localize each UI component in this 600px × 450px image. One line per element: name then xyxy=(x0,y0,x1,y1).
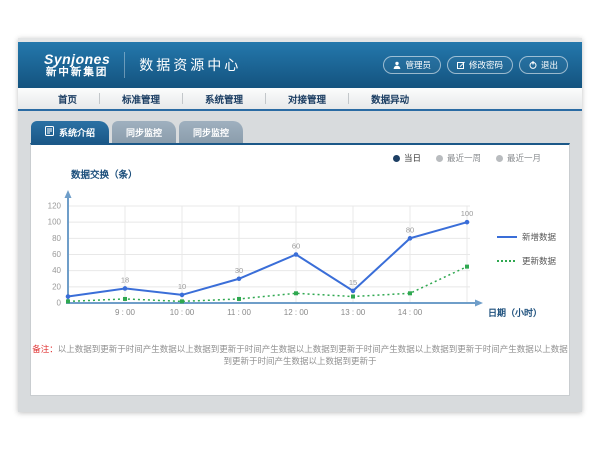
data-point xyxy=(66,294,71,299)
data-point-label: 30 xyxy=(235,266,243,275)
data-point-label: 10 xyxy=(178,282,186,291)
logo-wordmark: Synjones xyxy=(44,52,110,67)
tab-3[interactable]: 同步监控 xyxy=(179,121,243,143)
nav-item-3[interactable]: 系统管理 xyxy=(183,92,265,106)
data-point xyxy=(123,286,128,291)
x-tick-label: 14 : 00 xyxy=(398,308,423,317)
y-tick-label: 0 xyxy=(57,299,62,308)
data-point xyxy=(465,220,470,225)
header-divider xyxy=(124,52,125,78)
main-nav: 首页标准管理系统管理对接管理数据异动 xyxy=(18,88,582,111)
line-chart: 0 20 40 60 80 100 120 9 : 00 10 : 00 11 : 00 12 : … xyxy=(31,185,569,325)
data-point-label: 15 xyxy=(349,278,357,287)
data-point xyxy=(180,293,185,298)
edit-icon xyxy=(457,61,465,69)
data-point xyxy=(237,276,242,281)
data-point xyxy=(294,291,298,295)
y-tick-label: 60 xyxy=(52,250,61,259)
x-axis-arrow-icon xyxy=(475,300,483,307)
user-icon xyxy=(393,61,401,69)
data-point xyxy=(66,299,70,303)
app-title: 数据资源中心 xyxy=(139,55,241,75)
data-point-label: 100 xyxy=(461,209,474,218)
radio-dot xyxy=(393,155,400,162)
app-window: Synjones 新中新集团 数据资源中心 管理员修改密码退出 首页标准管理系统… xyxy=(18,38,582,412)
legend-line-sample xyxy=(497,258,517,264)
pill-label: 退出 xyxy=(541,59,558,71)
y-axis-arrow-icon xyxy=(65,190,72,198)
data-point-label: 80 xyxy=(406,225,414,234)
legend-item-2[interactable]: 更新数据 xyxy=(497,255,556,267)
legend-item-1[interactable]: 新增数据 xyxy=(497,231,556,243)
radio-option-1[interactable]: 当日 xyxy=(393,152,421,164)
logo: Synjones 新中新集团 xyxy=(44,52,110,78)
legend-label: 新增数据 xyxy=(522,231,556,243)
app-header: Synjones 新中新集团 数据资源中心 管理员 修改密码 退出 xyxy=(18,42,582,88)
x-tick-label: 11 : 00 xyxy=(227,308,251,317)
tab-label: 同步监控 xyxy=(193,126,229,139)
chart-x-axis-title: 日期（小时） xyxy=(488,307,542,318)
nav-item-1[interactable]: 首页 xyxy=(36,92,99,106)
footnote: 备注：以上数据到更新于时间产生数据以上数据到更新于时间产生数据以上数据到更新于时… xyxy=(31,343,569,367)
logout-button[interactable]: 退出 xyxy=(519,56,568,74)
data-point xyxy=(180,299,184,303)
time-range-radio-group: 当日 最近一周 最近一月 xyxy=(393,152,541,164)
data-point xyxy=(123,297,127,301)
data-point xyxy=(465,265,469,269)
radio-label: 最近一周 xyxy=(447,152,481,164)
y-tick-label: 20 xyxy=(52,282,61,291)
radio-label: 最近一月 xyxy=(507,152,541,164)
data-point-label: 60 xyxy=(292,242,300,251)
tab-2[interactable]: 同步监控 xyxy=(112,121,176,143)
radio-dot xyxy=(436,155,443,162)
data-point xyxy=(237,297,241,301)
y-tick-label: 40 xyxy=(52,266,61,275)
tab-1[interactable]: 系统介绍 xyxy=(31,121,109,143)
y-tick-label: 100 xyxy=(48,218,62,227)
data-point xyxy=(351,289,356,294)
header-actions: 管理员 修改密码 退出 xyxy=(383,56,568,74)
radio-label: 当日 xyxy=(404,152,421,164)
x-tick-label: 9 : 00 xyxy=(115,308,136,317)
y-tick-label: 80 xyxy=(52,234,61,243)
footnote-prefix: 备注： xyxy=(32,344,58,354)
x-tick-label: 12 : 00 xyxy=(284,308,309,317)
legend-line-sample xyxy=(497,234,517,240)
page-body: 系统介绍 同步监控 同步监控 当日 最近一周 最近一月 数据交换（条） 0 20 40 60 8… xyxy=(18,111,582,396)
data-point xyxy=(408,291,412,295)
legend-label: 更新数据 xyxy=(522,255,556,267)
tab-bar: 系统介绍 同步监控 同步监控 xyxy=(31,121,570,143)
data-point-label: 18 xyxy=(121,275,129,284)
radio-dot xyxy=(496,155,503,162)
nav-item-2[interactable]: 标准管理 xyxy=(100,92,182,106)
pill-label: 修改密码 xyxy=(469,59,503,71)
content-panel: 当日 最近一周 最近一月 数据交换（条） 0 20 40 60 80 100 120 9 : 00… xyxy=(30,143,570,396)
power-icon xyxy=(529,61,537,69)
pill-label: 管理员 xyxy=(405,59,431,71)
radio-option-2[interactable]: 最近一周 xyxy=(436,152,481,164)
tab-label: 系统介绍 xyxy=(59,126,95,139)
chart-y-axis-title: 数据交换（条） xyxy=(71,167,138,181)
x-tick-label: 13 : 00 xyxy=(341,308,366,317)
logo-company-name: 新中新集团 xyxy=(46,67,109,78)
data-point xyxy=(408,236,413,241)
footnote-text: 以上数据到更新于时间产生数据以上数据到更新于时间产生数据以上数据到更新于时间产生… xyxy=(58,344,568,366)
radio-option-3[interactable]: 最近一月 xyxy=(496,152,541,164)
tab-label: 同步监控 xyxy=(126,126,162,139)
data-point xyxy=(351,295,355,299)
y-tick-label: 120 xyxy=(48,202,62,211)
change-password-button[interactable]: 修改密码 xyxy=(447,56,513,74)
nav-item-4[interactable]: 对接管理 xyxy=(266,92,348,106)
data-point xyxy=(294,252,299,257)
user-button[interactable]: 管理员 xyxy=(383,56,441,74)
nav-item-5[interactable]: 数据异动 xyxy=(349,92,431,106)
document-icon xyxy=(45,126,54,138)
chart-legend: 新增数据更新数据 xyxy=(497,231,556,267)
x-tick-label: 10 : 00 xyxy=(170,308,195,317)
